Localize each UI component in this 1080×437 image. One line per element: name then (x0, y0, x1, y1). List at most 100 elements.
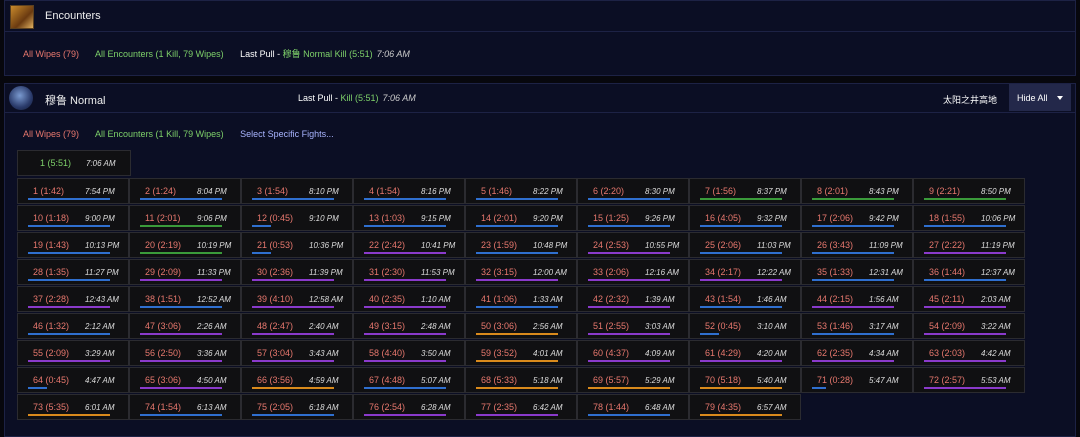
fight-button[interactable]: 30 (2:36) 11:39 PM (241, 259, 353, 285)
fight-button[interactable]: 16 (4:05) 9:32 PM (689, 205, 801, 231)
fight-button[interactable]: 28 (1:35) 11:27 PM (17, 259, 129, 285)
fight-button[interactable]: 7 (1:56) 8:37 PM (689, 178, 801, 204)
fight-button[interactable]: 69 (5:57) 5:29 AM (577, 367, 689, 393)
fight-button[interactable]: 17 (2:06) 9:42 PM (801, 205, 913, 231)
fight-button[interactable]: 65 (3:06) 4:50 AM (129, 367, 241, 393)
fight-button[interactable]: 77 (2:35) 6:42 AM (465, 394, 577, 420)
fight-button[interactable]: 35 (1:33) 12:31 AM (801, 259, 913, 285)
fight-button[interactable]: 46 (1:32) 2:12 AM (17, 313, 129, 339)
fight-button[interactable]: 21 (0:53) 10:36 PM (241, 232, 353, 258)
fight-button[interactable]: 64 (0:45) 4:47 AM (17, 367, 129, 393)
fight-button[interactable]: 76 (2:54) 6:28 AM (353, 394, 465, 420)
fight-button[interactable]: 41 (1:06) 1:33 AM (465, 286, 577, 312)
fight-label: 13 (1:03) (369, 213, 406, 223)
fight-button[interactable]: 33 (2:06) 12:16 AM (577, 259, 689, 285)
fight-button[interactable]: 14 (2:01) 9:20 PM (465, 205, 577, 231)
fight-progress-bar (252, 225, 271, 227)
boss-all-wipes-link[interactable]: All Wipes (79) (23, 129, 79, 139)
fight-button[interactable]: 25 (2:06) 11:03 PM (689, 232, 801, 258)
fight-button[interactable]: 22 (2:42) 10:41 PM (353, 232, 465, 258)
fight-progress-bar (812, 333, 894, 335)
fight-button[interactable]: 18 (1:55) 10:06 PM (913, 205, 1025, 231)
fight-time: 1:46 AM (757, 295, 787, 304)
hide-all-button[interactable]: Hide All (1009, 84, 1071, 111)
fight-button[interactable]: 56 (2:50) 3:36 AM (129, 340, 241, 366)
fight-button[interactable]: 3 (1:54) 8:10 PM (241, 178, 353, 204)
fight-button[interactable]: 24 (2:53) 10:55 PM (577, 232, 689, 258)
fight-button[interactable]: 39 (4:10) 12:58 AM (241, 286, 353, 312)
fight-button[interactable]: 61 (4:29) 4:20 AM (689, 340, 801, 366)
fight-button[interactable]: 54 (2:09) 3:22 AM (913, 313, 1025, 339)
fight-button[interactable]: 71 (0:28) 5:47 AM (801, 367, 913, 393)
fight-button[interactable]: 60 (4:37) 4:09 AM (577, 340, 689, 366)
fight-button[interactable]: 34 (2:17) 12:22 AM (689, 259, 801, 285)
fight-button[interactable]: 48 (2:47) 2:40 AM (241, 313, 353, 339)
fight-button[interactable]: 67 (4:48) 5:07 AM (353, 367, 465, 393)
fight-button[interactable]: 20 (2:19) 10:19 PM (129, 232, 241, 258)
fight-label: 41 (1:06) (481, 294, 518, 304)
fight-button[interactable]: 42 (2:32) 1:39 AM (577, 286, 689, 312)
fight-button[interactable]: 66 (3:56) 4:59 AM (241, 367, 353, 393)
fight-button[interactable]: 8 (2:01) 8:43 PM (801, 178, 913, 204)
fight-button[interactable]: 63 (2:03) 4:42 AM (913, 340, 1025, 366)
select-fights-link[interactable]: Select Specific Fights... (240, 129, 334, 139)
fight-button[interactable]: 29 (2:09) 11:33 PM (129, 259, 241, 285)
fight-button[interactable]: 32 (3:15) 12:00 AM (465, 259, 577, 285)
fight-label: 16 (4:05) (705, 213, 742, 223)
last-pull-link[interactable]: 穆鲁 Normal Kill (5:51) (283, 49, 373, 59)
all-encounters-link[interactable]: All Encounters (1 Kill, 79 Wipes) (95, 49, 224, 59)
fight-time: 8:37 PM (757, 187, 787, 196)
fight-button[interactable]: 10 (1:18) 9:00 PM (17, 205, 129, 231)
boss-all-encounters-link[interactable]: All Encounters (1 Kill, 79 Wipes) (95, 129, 224, 139)
fight-button[interactable]: 72 (2:57) 5:53 AM (913, 367, 1025, 393)
fight-button[interactable]: 47 (3:06) 2:26 AM (129, 313, 241, 339)
fight-button[interactable]: 4 (1:54) 8:16 PM (353, 178, 465, 204)
fight-button[interactable]: 26 (3:43) 11:09 PM (801, 232, 913, 258)
fight-button[interactable]: 49 (3:15) 2:48 AM (353, 313, 465, 339)
kill-fight-button[interactable]: 1 (5:51) 7:06 AM (17, 150, 131, 176)
boss-last-pull-link[interactable]: Kill (5:51) (341, 93, 379, 103)
fight-button[interactable]: 6 (2:20) 8:30 PM (577, 178, 689, 204)
fight-button[interactable]: 43 (1:54) 1:46 AM (689, 286, 801, 312)
fight-button[interactable]: 31 (2:30) 11:53 PM (353, 259, 465, 285)
fight-progress-bar (252, 198, 334, 200)
fight-button[interactable]: 59 (3:52) 4:01 AM (465, 340, 577, 366)
all-wipes-link[interactable]: All Wipes (79) (23, 49, 79, 59)
fight-button[interactable]: 19 (1:43) 10:13 PM (17, 232, 129, 258)
fight-button[interactable]: 79 (4:35) 6:57 AM (689, 394, 801, 420)
fight-button[interactable]: 78 (1:44) 6:48 AM (577, 394, 689, 420)
fight-button[interactable]: 74 (1:54) 6:13 AM (129, 394, 241, 420)
fight-button[interactable]: 45 (2:11) 2:03 AM (913, 286, 1025, 312)
fight-button[interactable]: 53 (1:46) 3:17 AM (801, 313, 913, 339)
fight-button[interactable]: 23 (1:59) 10:48 PM (465, 232, 577, 258)
fight-button[interactable]: 44 (2:15) 1:56 AM (801, 286, 913, 312)
fight-button[interactable]: 75 (2:05) 6:18 AM (241, 394, 353, 420)
fight-button[interactable]: 27 (2:22) 11:19 PM (913, 232, 1025, 258)
fight-button[interactable]: 5 (1:46) 8:22 PM (465, 178, 577, 204)
fight-button[interactable]: 57 (3:04) 3:43 AM (241, 340, 353, 366)
fight-button[interactable]: 13 (1:03) 9:15 PM (353, 205, 465, 231)
fight-button[interactable]: 73 (5:35) 6:01 AM (17, 394, 129, 420)
fight-button[interactable]: 70 (5:18) 5:40 AM (689, 367, 801, 393)
fight-button[interactable]: 52 (0:45) 3:10 AM (689, 313, 801, 339)
fight-button[interactable]: 36 (1:44) 12:37 AM (913, 259, 1025, 285)
fight-button[interactable]: 62 (2:35) 4:34 AM (801, 340, 913, 366)
fight-time: 12:00 AM (533, 268, 567, 277)
fight-button[interactable]: 38 (1:51) 12:52 AM (129, 286, 241, 312)
fight-button[interactable]: 37 (2:28) 12:43 AM (17, 286, 129, 312)
fight-button[interactable]: 15 (1:25) 9:26 PM (577, 205, 689, 231)
fight-label: 47 (3:06) (145, 321, 182, 331)
fight-button[interactable]: 55 (2:09) 3:29 AM (17, 340, 129, 366)
fight-button[interactable]: 40 (2:35) 1:10 AM (353, 286, 465, 312)
fight-button[interactable]: 1 (1:42) 7:54 PM (17, 178, 129, 204)
fight-button[interactable]: 11 (2:01) 9:06 PM (129, 205, 241, 231)
fight-button[interactable]: 68 (5:33) 5:18 AM (465, 367, 577, 393)
fight-button[interactable]: 51 (2:55) 3:03 AM (577, 313, 689, 339)
fight-button[interactable]: 9 (2:21) 8:50 PM (913, 178, 1025, 204)
fight-button[interactable]: 50 (3:06) 2:56 AM (465, 313, 577, 339)
fight-button[interactable]: 12 (0:45) 9:10 PM (241, 205, 353, 231)
fight-time: 3:36 AM (197, 349, 227, 358)
fight-button[interactable]: 58 (4:40) 3:50 AM (353, 340, 465, 366)
fight-label: 29 (2:09) (145, 267, 182, 277)
fight-button[interactable]: 2 (1:24) 8:04 PM (129, 178, 241, 204)
